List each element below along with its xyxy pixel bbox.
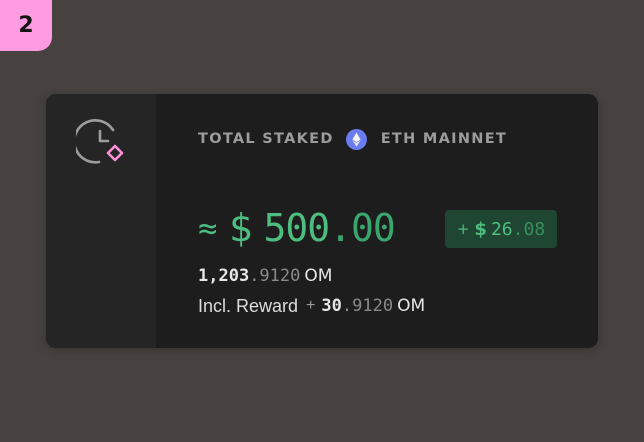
reward-sign: + [306,297,316,314]
change-integer: 26 [490,218,513,240]
card-header: TOTAL STAKED ETH MAINNET [198,128,507,150]
reward-unit: OM [397,296,426,316]
clock-with-diamond-icon [76,119,124,164]
change-sign: + [456,220,470,238]
staked-summary-card: TOTAL STAKED ETH MAINNET ≈ $ 500 .00 + $… [46,94,598,348]
total-staked-label: TOTAL STAKED [198,131,334,147]
step-number-badge: 2 [0,0,52,51]
change-currency: $ [474,218,487,240]
token-amount: 1,203 .9120 OM [198,264,332,288]
currency-symbol: $ [229,206,254,250]
approx-symbol: ≈ [198,209,218,247]
value-integer: 500 [263,206,330,250]
card-sidebar [46,94,156,348]
total-staked-usd-value: ≈ $ 500 .00 [198,204,396,252]
reward-label: Incl. Reward [198,295,299,316]
reward-decimal: .9120 [341,296,394,316]
reward-integer: 30 [321,296,342,316]
token-unit: OM [304,266,333,286]
token-decimal: .9120 [249,266,301,286]
ethereum-icon [345,128,367,150]
value-change-badge: + $ 26 .08 [445,210,557,248]
included-reward: Incl. Reward + 30 .9120 OM [198,294,425,318]
value-decimal: .00 [329,206,396,250]
token-integer: 1,203 [198,266,250,286]
network-label: ETH MAINNET [380,131,508,147]
card-content: TOTAL STAKED ETH MAINNET ≈ $ 500 .00 + $… [156,94,598,348]
change-decimal: .08 [512,218,546,240]
